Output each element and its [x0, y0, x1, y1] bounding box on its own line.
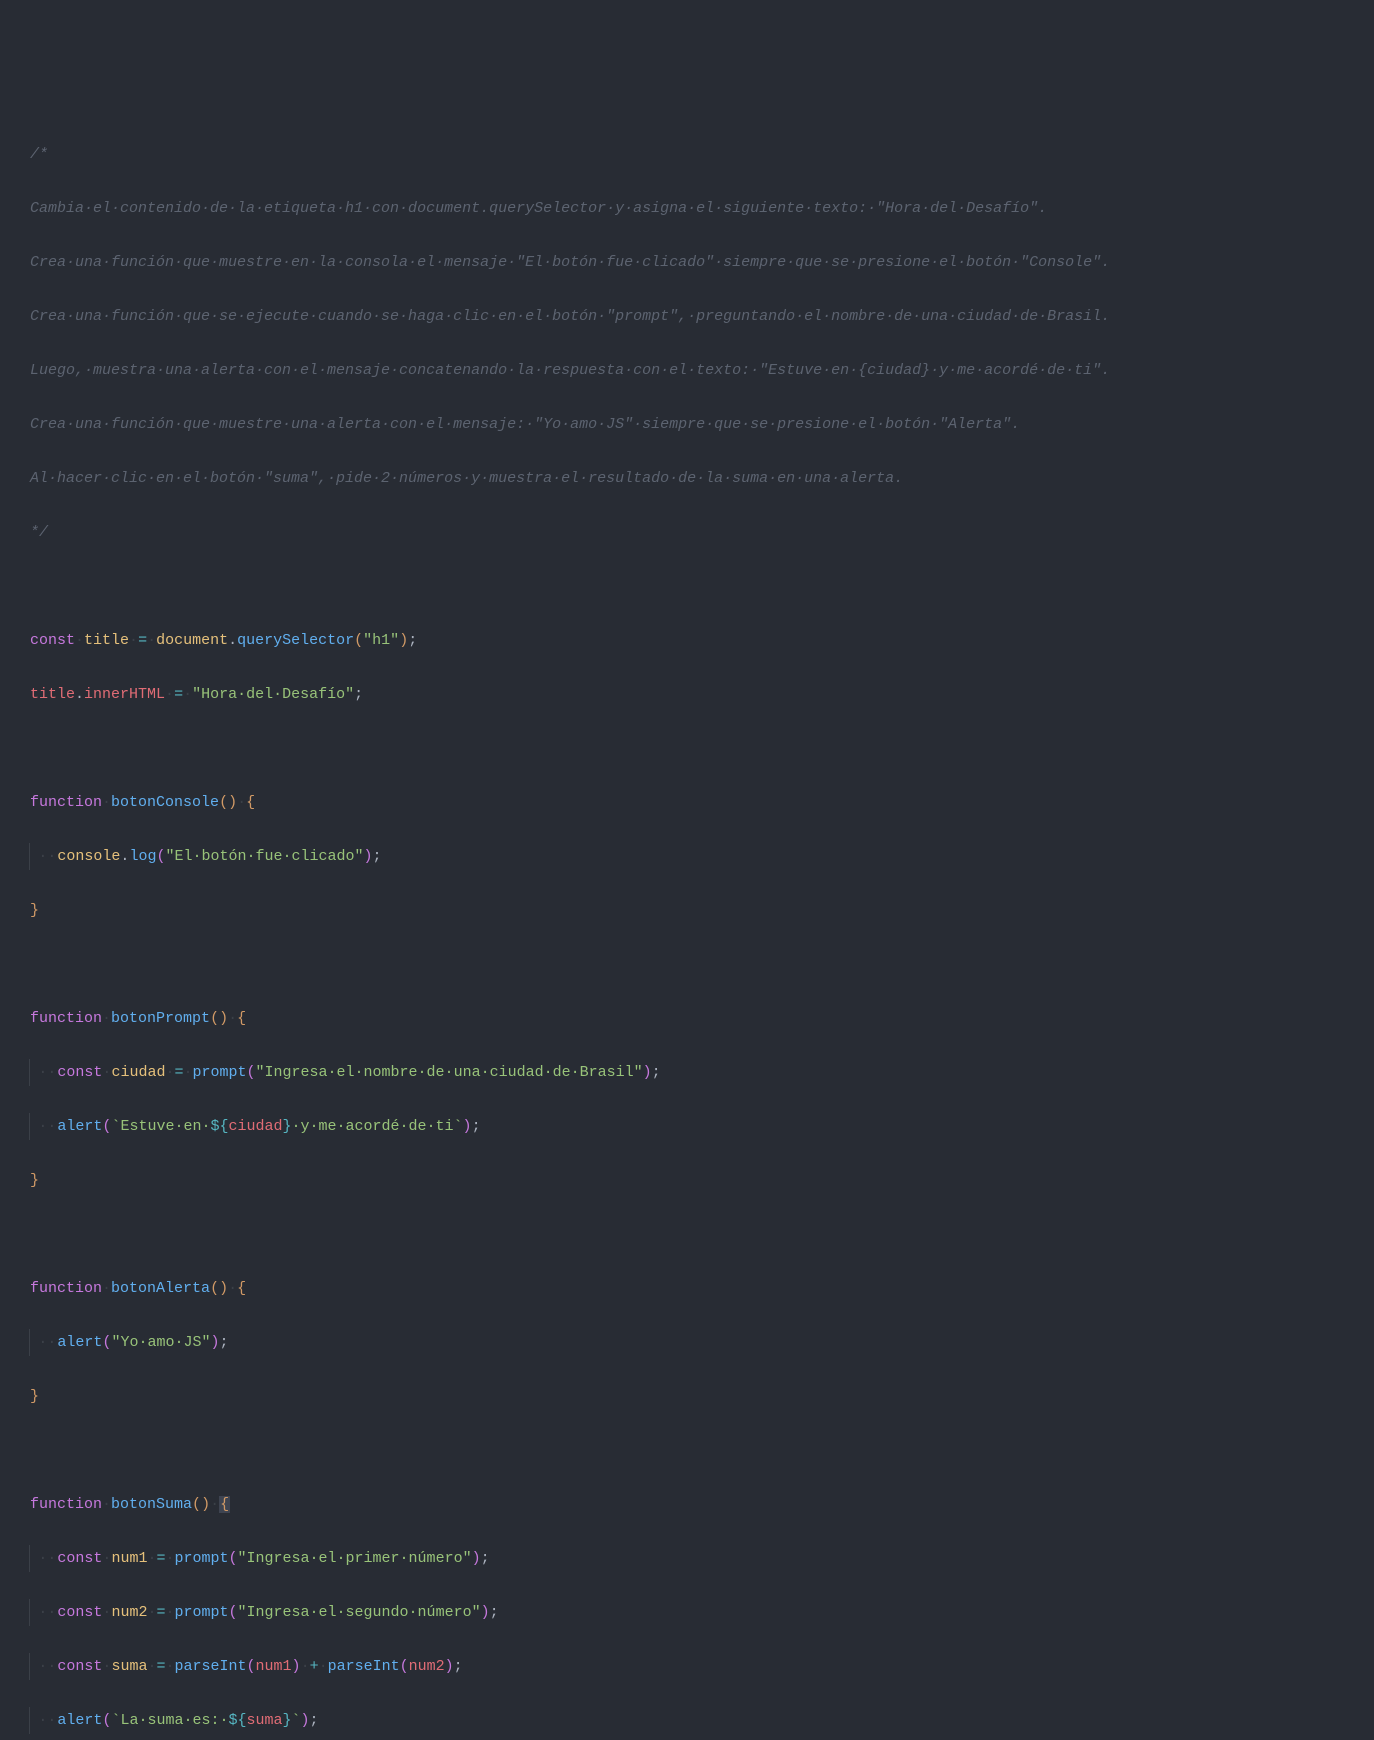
- template-string: `La·suma·es:·: [111, 1712, 228, 1729]
- code-line: Cambia·el·contenido·de·la·etiqueta·h1·co…: [30, 195, 1374, 222]
- method: querySelector: [237, 632, 354, 649]
- comment-close: */: [30, 524, 48, 541]
- comment-text: Al·hacer·clic·en·el·botón·"suma",·pide·2…: [30, 470, 903, 487]
- code-line: ··alert(`La·suma·es:·${suma}`);: [30, 1707, 1374, 1734]
- comment-text: Crea·una·función·que·muestre·una·alerta·…: [30, 416, 1020, 433]
- blank-line: [30, 951, 1374, 978]
- code-line: }: [30, 897, 1374, 924]
- blank-line: [30, 735, 1374, 762]
- identifier: title: [84, 632, 129, 649]
- code-line: Crea·una·función·que·muestre·una·alerta·…: [30, 411, 1374, 438]
- string: "h1": [363, 632, 399, 649]
- code-line: Crea·una·función·que·se·ejecute·cuando·s…: [30, 303, 1374, 330]
- string: "Hora·del·Desafío": [192, 686, 354, 703]
- string: "El·botón·fue·clicado": [165, 848, 363, 865]
- code-line: function·botonConsole()·{: [30, 789, 1374, 816]
- blank-line: [30, 1437, 1374, 1464]
- keyword-function: function: [30, 1496, 102, 1513]
- code-line: function·botonAlerta()·{: [30, 1275, 1374, 1302]
- code-line: ··console.log("El·botón·fue·clicado");: [30, 843, 1374, 870]
- string: "Ingresa·el·primer·número": [238, 1550, 472, 1567]
- function-call: prompt: [193, 1064, 247, 1081]
- function-name: botonPrompt: [111, 1010, 210, 1027]
- code-line: Luego,·muestra·una·alerta·con·el·mensaje…: [30, 357, 1374, 384]
- comment-text: Crea·una·función·que·muestre·en·la·conso…: [30, 254, 1110, 271]
- string: "Ingresa·el·nombre·de·una·ciudad·de·Bras…: [256, 1064, 643, 1081]
- function-call: parseInt: [175, 1658, 247, 1675]
- function-call: alert: [57, 1118, 102, 1135]
- code-line: function·botonSuma()·{: [30, 1491, 1374, 1518]
- code-line: }: [30, 1167, 1374, 1194]
- string: "Ingresa·el·segundo·número": [238, 1604, 481, 1621]
- keyword-const: const: [30, 632, 75, 649]
- code-editor[interactable]: /* Cambia·el·contenido·de·la·etiqueta·h1…: [30, 114, 1374, 1740]
- matching-brace: {: [219, 1496, 230, 1513]
- comment-text: Crea·una·función·que·se·ejecute·cuando·s…: [30, 308, 1110, 325]
- code-line: const·title·=·document.querySelector("h1…: [30, 627, 1374, 654]
- string: "Yo·amo·JS": [111, 1334, 210, 1351]
- code-line: */: [30, 519, 1374, 546]
- identifier: title: [30, 686, 75, 703]
- keyword-function: function: [30, 794, 102, 811]
- identifier: console: [57, 848, 120, 865]
- code-line: ··const·num1·=·prompt("Ingresa·el·primer…: [30, 1545, 1374, 1572]
- code-line: ··const·suma·=·parseInt(num1)·+·parseInt…: [30, 1653, 1374, 1680]
- comment-text: Cambia·el·contenido·de·la·etiqueta·h1·co…: [30, 200, 1047, 217]
- code-line: ··alert("Yo·amo·JS");: [30, 1329, 1374, 1356]
- identifier: num2: [111, 1604, 147, 1621]
- property: innerHTML: [84, 686, 165, 703]
- code-line: }: [30, 1383, 1374, 1410]
- code-line: ··const·num2·=·prompt("Ingresa·el·segund…: [30, 1599, 1374, 1626]
- identifier: num1: [111, 1550, 147, 1567]
- method: log: [129, 848, 156, 865]
- code-line: Crea·una·función·que·muestre·en·la·conso…: [30, 249, 1374, 276]
- code-line: Al·hacer·clic·en·el·botón·"suma",·pide·2…: [30, 465, 1374, 492]
- identifier: suma: [111, 1658, 147, 1675]
- blank-line: [30, 573, 1374, 600]
- function-call: alert: [57, 1712, 102, 1729]
- function-call: alert: [57, 1334, 102, 1351]
- identifier: document: [156, 632, 228, 649]
- code-line: ··const·ciudad·=·prompt("Ingresa·el·nomb…: [30, 1059, 1374, 1086]
- code-line: function·botonPrompt()·{: [30, 1005, 1374, 1032]
- function-name: botonAlerta: [111, 1280, 210, 1297]
- function-name: botonConsole: [111, 794, 219, 811]
- keyword-function: function: [30, 1280, 102, 1297]
- template-string: `Estuve·en·: [111, 1118, 210, 1135]
- keyword-function: function: [30, 1010, 102, 1027]
- identifier: ciudad: [111, 1064, 165, 1081]
- code-line: ··alert(`Estuve·en·${ciudad}·y·me·acordé…: [30, 1113, 1374, 1140]
- code-line: /*: [30, 141, 1374, 168]
- code-line: title.innerHTML·=·"Hora·del·Desafío";: [30, 681, 1374, 708]
- function-name: botonSuma: [111, 1496, 192, 1513]
- blank-line: [30, 1221, 1374, 1248]
- comment-text: Luego,·muestra·una·alerta·con·el·mensaje…: [30, 362, 1110, 379]
- comment-open: /*: [30, 146, 48, 163]
